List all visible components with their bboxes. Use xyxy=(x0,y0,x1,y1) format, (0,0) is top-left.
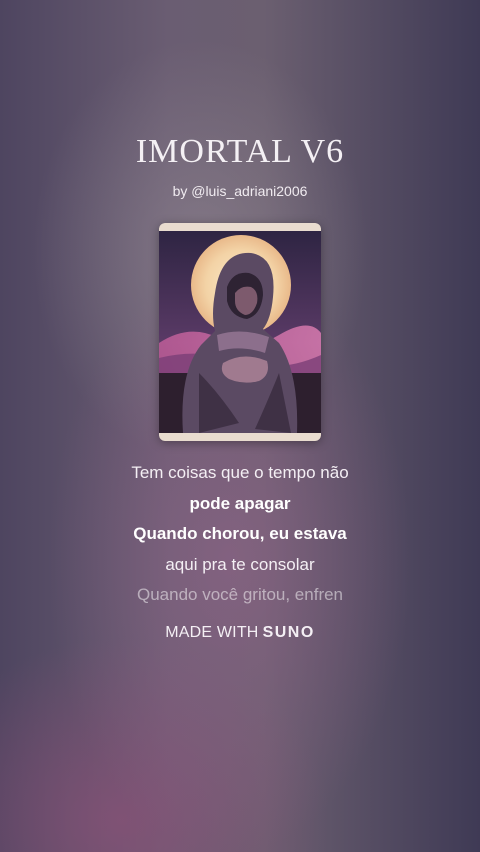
lyric-line: Tem coisas que o tempo não xyxy=(131,463,349,482)
made-with-suno-badge[interactable]: MADE WITH SUNO xyxy=(0,624,480,642)
made-with-label: MADE WITH xyxy=(165,624,259,641)
song-title: IMORTAL V6 xyxy=(135,133,345,170)
lyric-line-active: Quando chorou, eu estava xyxy=(133,524,347,543)
cover-art xyxy=(159,223,321,441)
lyric-line-active: pode apagar xyxy=(189,493,291,513)
lyric-line: aqui pra te consolar xyxy=(165,554,315,574)
suno-logo-text: SUNO xyxy=(262,624,315,641)
lyrics-panel: Tem coisas que o tempo não pode apagar Q… xyxy=(0,458,480,611)
artist-byline[interactable]: by @luis_adriani2006 xyxy=(0,183,480,199)
lyric-line-upcoming: Quando você gritou, enfren xyxy=(136,585,344,604)
hooded-figure-moon-icon xyxy=(159,223,321,441)
